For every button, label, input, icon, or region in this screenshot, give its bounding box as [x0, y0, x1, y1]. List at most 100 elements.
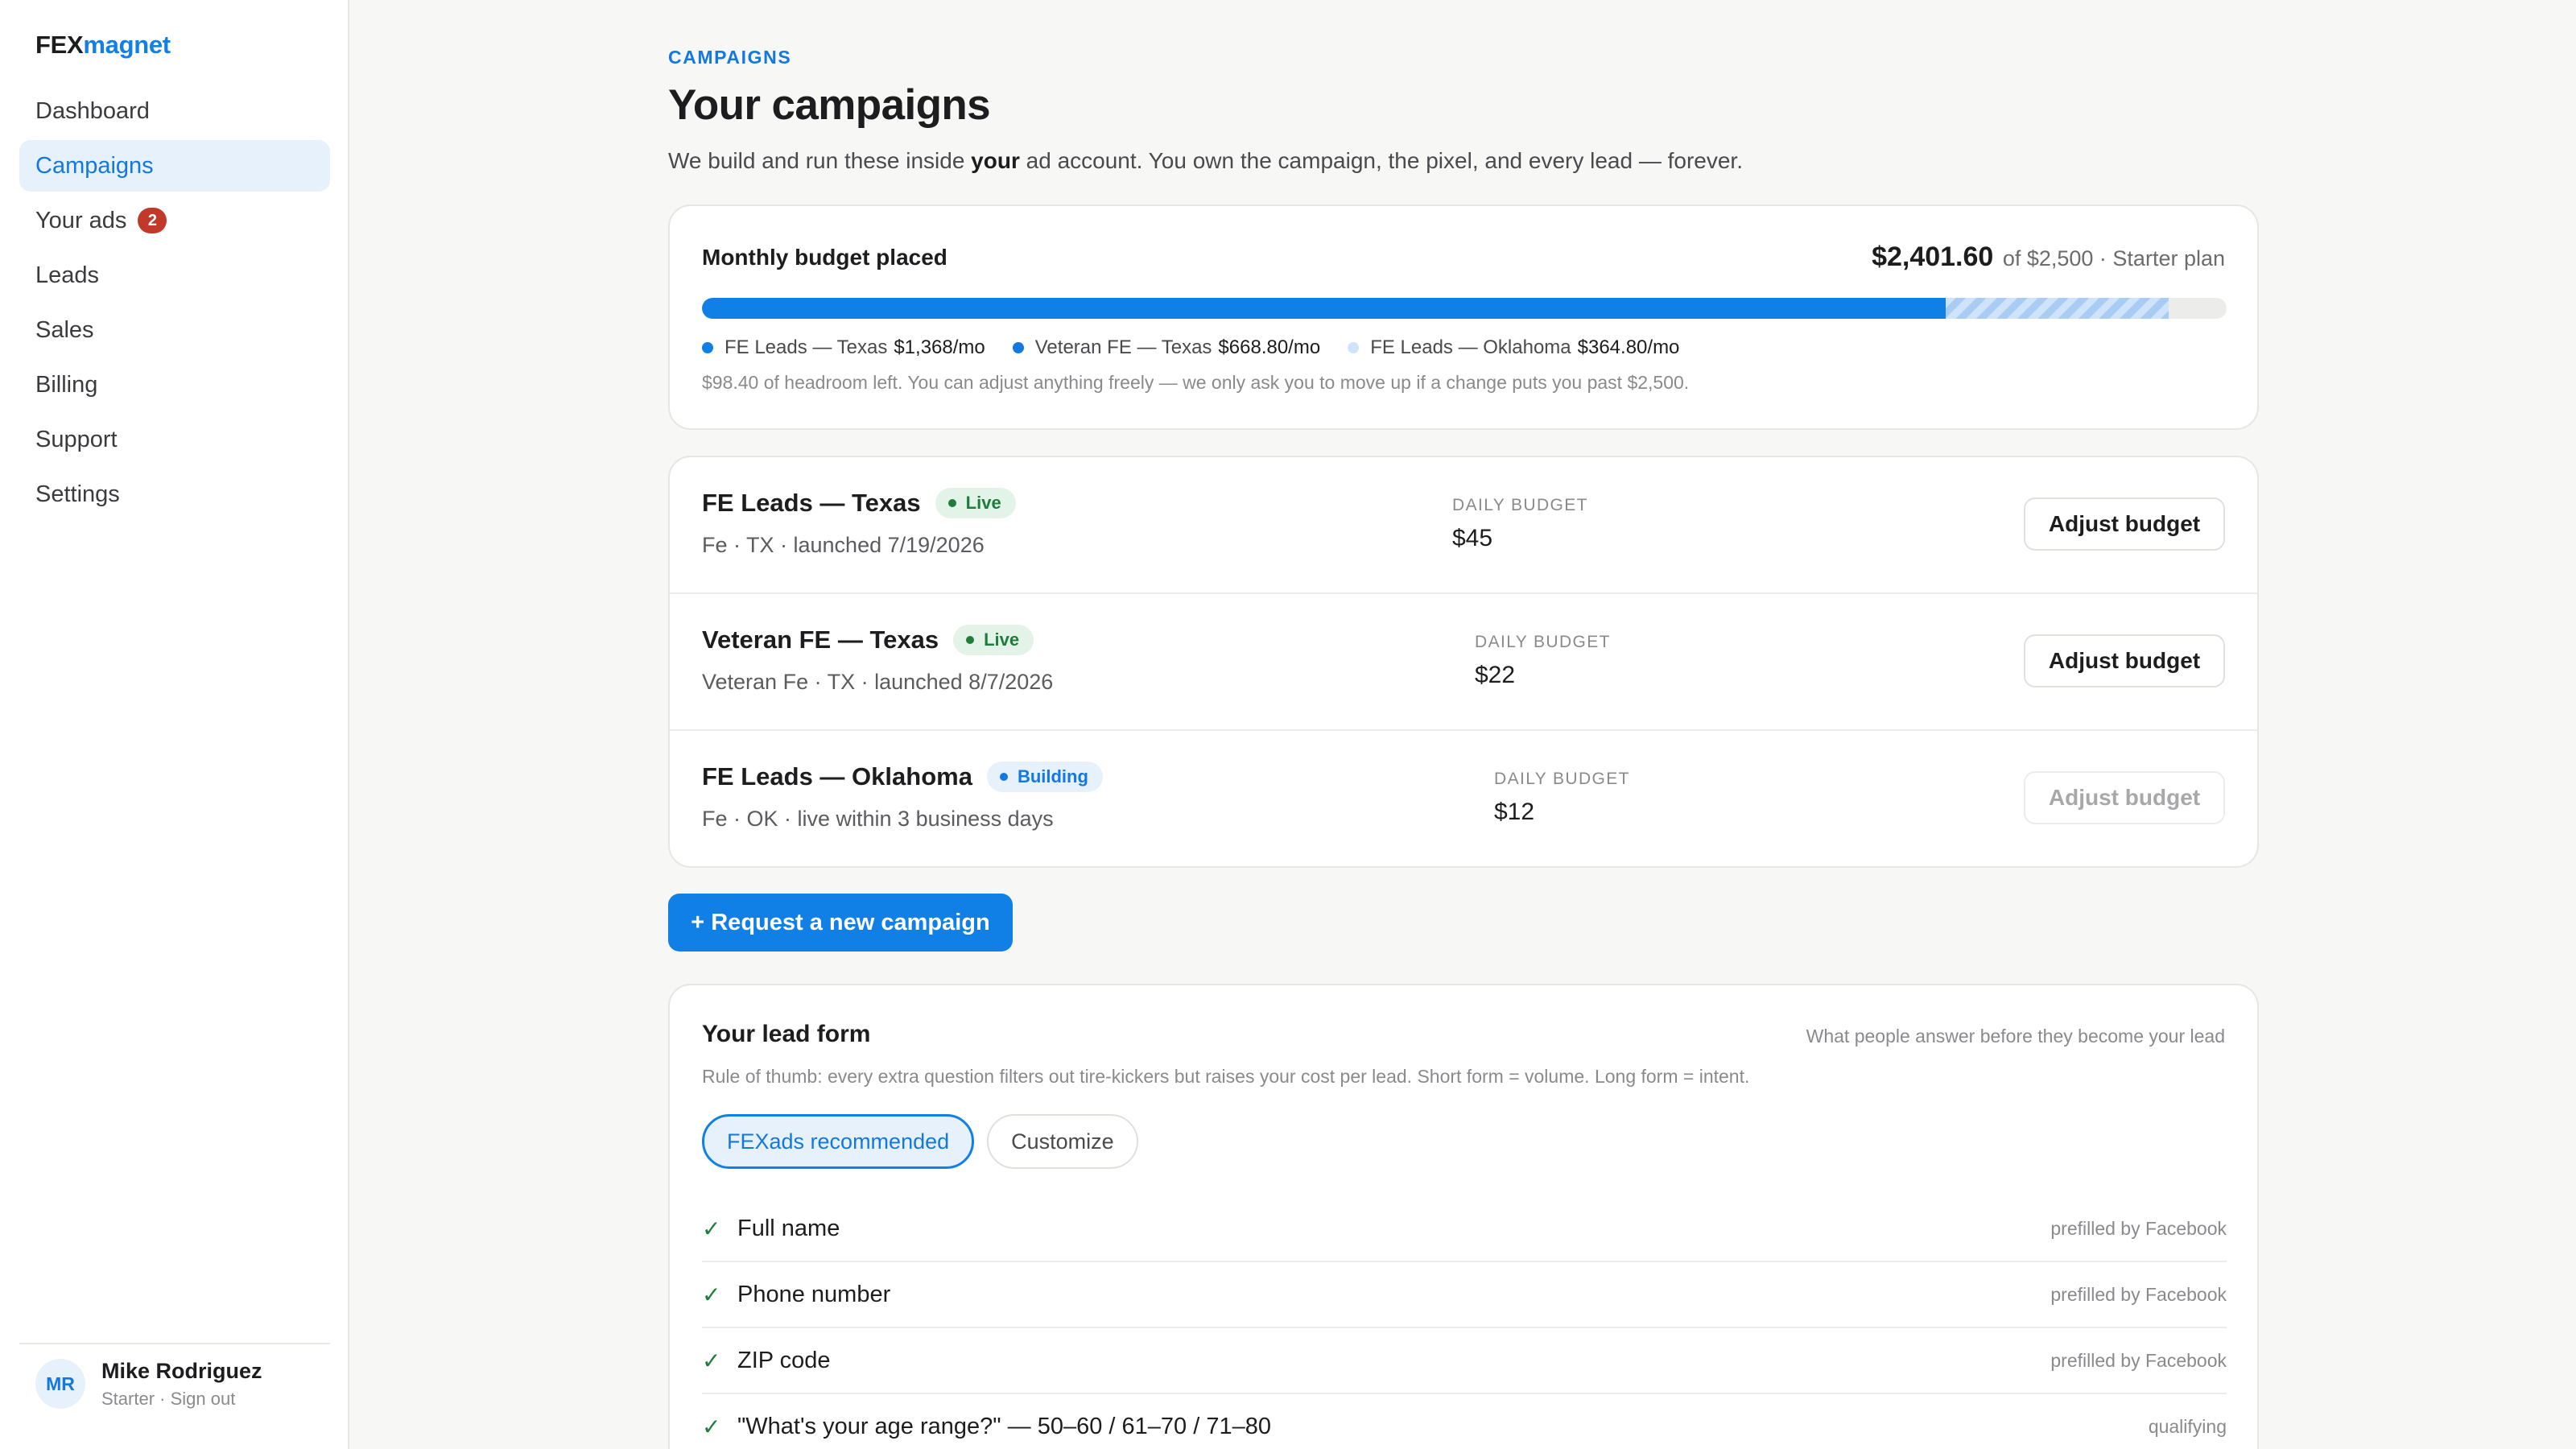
brand-logo-part2: magnet [83, 31, 171, 59]
field-label: ZIP code [737, 1347, 831, 1373]
campaign-name: FE Leads — Oklahoma Building [702, 762, 1103, 792]
sidebar-item-dashboard[interactable]: Dashboard [19, 85, 330, 137]
status-badge: Building [986, 762, 1103, 792]
legend-dot [1012, 342, 1024, 353]
user-name: Mike Rodriguez [101, 1358, 262, 1383]
campaign-title: FE Leads — Texas [702, 489, 921, 517]
legend-amount: $1,368/mo [894, 336, 985, 358]
budget-headroom-note: $98.40 of headroom left. You can adjust … [702, 372, 1690, 393]
daily-budget-value: $12 [1494, 799, 1535, 825]
legend-name: Veteran FE — Texas [1034, 336, 1212, 358]
user-profile: MR Mike Rodriguez Starter · Sign out [19, 1343, 330, 1423]
lead-form-field: ✓ ZIP code prefilled by Facebook [702, 1328, 2227, 1394]
sign-out-link[interactable]: Sign out [171, 1389, 236, 1409]
brand-logo[interactable]: FEXmagnet [35, 31, 171, 60]
sidebar-item-sales[interactable]: Sales [19, 304, 330, 356]
customize-toggle-button[interactable]: Customize [987, 1114, 1138, 1169]
brand-logo-part1: FEX [35, 31, 84, 59]
sidebar-item-leads[interactable]: Leads [19, 250, 330, 301]
check-icon: ✓ [702, 1348, 721, 1373]
lead-form-card: Your lead form What people answer before… [668, 984, 2259, 1449]
check-icon: ✓ [702, 1216, 721, 1241]
sidebar-item-settings[interactable]: Settings [19, 469, 330, 520]
check-icon: ✓ [702, 1414, 721, 1439]
campaign-list: FE Leads — Texas Live Fe · TX · launched … [668, 456, 2259, 868]
sidebar-item-label: Campaigns [35, 152, 154, 179]
daily-budget-value: $45 [1452, 525, 1493, 551]
sidebar-item-campaigns[interactable]: Campaigns [19, 140, 330, 192]
avatar[interactable]: MR [35, 1359, 85, 1409]
budget-progress-bar [702, 298, 2227, 319]
check-icon: ✓ [702, 1282, 721, 1307]
lead-form-hint: What people answer before they become yo… [1806, 1026, 2225, 1046]
campaign-name: FE Leads — Texas Live [702, 488, 1016, 518]
sidebar-item-label: Leads [35, 262, 100, 288]
sidebar-nav: Dashboard Campaigns Your ads 2 Leads Sale… [19, 85, 330, 523]
sidebar-item-label: Sales [35, 316, 94, 343]
sidebar-item-label: Support [35, 426, 118, 452]
lead-form-field: ✓ "What's your age range?" — 50–60 / 61–7… [702, 1394, 2227, 1449]
lead-form-title: Your lead form [702, 1021, 871, 1047]
field-note: qualifying [2148, 1415, 2227, 1437]
daily-budget: DAILY BUDGET $12 [1494, 770, 1630, 826]
field-label: Full name [737, 1215, 840, 1241]
budget-label: Monthly budget placed [702, 245, 947, 270]
legend-name: FE Leads — Texas [724, 336, 888, 358]
lead-form-toggle: FEXads recommended Customize [702, 1114, 1151, 1169]
campaign-row: Veteran FE — Texas Live Veteran Fe · TX ·… [670, 594, 2257, 731]
legend-item: FE Leads — Texas $1,368/mo [702, 336, 985, 359]
request-campaign-button[interactable]: + Request a new campaign [668, 894, 1013, 952]
sidebar-item-your-ads[interactable]: Your ads 2 [19, 195, 330, 246]
campaign-meta: Veteran Fe · TX · launched 8/7/2026 [702, 670, 1054, 694]
user-separator: · [155, 1388, 171, 1409]
user-sub: Starter · Sign out [101, 1389, 262, 1410]
field-note: prefilled by Facebook [2050, 1217, 2227, 1239]
recommended-toggle-button[interactable]: FEXads recommended [702, 1114, 975, 1169]
daily-budget: DAILY BUDGET $45 [1452, 496, 1588, 552]
page-desc-before: We build and run these inside [668, 148, 972, 173]
sidebar-item-support[interactable]: Support [19, 414, 330, 465]
adjust-budget-button: Adjust budget [2024, 771, 2225, 824]
page-description: We build and run these inside your ad ac… [668, 148, 1743, 174]
legend-name: FE Leads — Oklahoma [1370, 336, 1571, 358]
user-text: Mike Rodriguez Starter · Sign out [101, 1359, 262, 1410]
page-desc-bold: your [971, 148, 1020, 173]
legend-item: Veteran FE — Texas $668.80/mo [1012, 336, 1320, 359]
daily-budget-label: DAILY BUDGET [1494, 770, 1630, 788]
campaign-title: Veteran FE — Texas [702, 625, 939, 654]
sidebar-item-label: Your ads [35, 207, 127, 233]
daily-budget-value: $22 [1475, 662, 1516, 688]
lead-form-fields: ✓ Full name prefilled by Facebook ✓ Phone n… [702, 1196, 2227, 1449]
sidebar-item-billing[interactable]: Billing [19, 359, 330, 411]
field-note: prefilled by Facebook [2050, 1349, 2227, 1371]
sidebar-item-label: Dashboard [35, 97, 150, 124]
lead-form-field: ✓ Full name prefilled by Facebook [702, 1196, 2227, 1262]
adjust-budget-button[interactable]: Adjust budget [2024, 634, 2225, 687]
legend-amount: $364.80/mo [1577, 336, 1680, 358]
sidebar: FEXmagnet Dashboard Campaigns Your ads 2 … [0, 0, 349, 1449]
legend-dot [1348, 342, 1360, 353]
campaign-meta: Fe · TX · launched 7/19/2026 [702, 533, 985, 557]
field-note: prefilled by Facebook [2050, 1283, 2227, 1305]
page-desc-after: ad account. You own the campaign, the pi… [1019, 148, 1743, 173]
budget-progress-pending [1946, 298, 2169, 319]
campaign-meta: Fe · OK · live within 3 business days [702, 807, 1054, 831]
lead-form-field: ✓ Phone number prefilled by Facebook [702, 1262, 2227, 1328]
sidebar-item-label: Billing [35, 371, 98, 398]
status-badge: Live [935, 488, 1016, 518]
page-eyebrow: CAMPAIGNS [668, 47, 792, 68]
daily-budget: DAILY BUDGET $22 [1475, 633, 1611, 689]
budget-of-text: of $2,500 · Starter plan [1996, 246, 2225, 270]
status-dot-icon [966, 636, 975, 644]
user-plan: Starter [101, 1388, 155, 1409]
daily-budget-label: DAILY BUDGET [1475, 633, 1611, 651]
status-label: Building [1017, 766, 1088, 786]
adjust-budget-button[interactable]: Adjust budget [2024, 497, 2225, 551]
sidebar-item-label: Settings [35, 481, 120, 507]
campaign-row: FE Leads — Oklahoma Building Fe · OK · li… [670, 731, 2257, 866]
notification-badge: 2 [138, 208, 167, 233]
lead-form-rule: Rule of thumb: every extra question filt… [702, 1066, 1750, 1087]
legend-item: FE Leads — Oklahoma $364.80/mo [1348, 336, 1679, 359]
legend-dot [702, 342, 713, 353]
field-label: "What's your age range?" — 50–60 / 61–70… [737, 1413, 1271, 1439]
